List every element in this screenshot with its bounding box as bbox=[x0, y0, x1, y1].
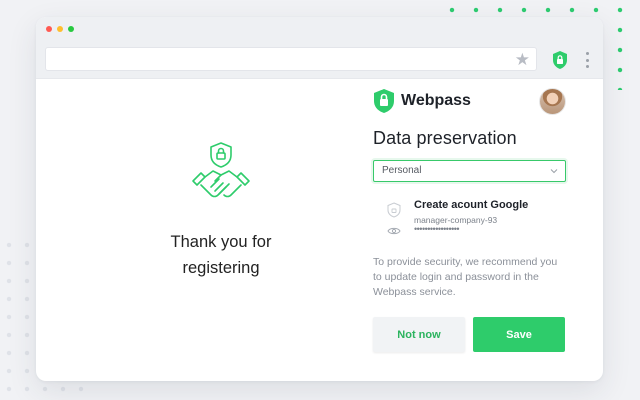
vault-select[interactable]: Personal bbox=[373, 160, 566, 182]
brand: Webpass bbox=[373, 88, 471, 114]
browser-titlebar bbox=[36, 17, 603, 41]
brand-name: Webpass bbox=[401, 92, 471, 109]
popup-heading: Data preservation bbox=[373, 128, 517, 148]
chevron-down-icon bbox=[550, 169, 558, 174]
webpass-popup: Webpass Data preservation Personal Creat… bbox=[373, 79, 567, 381]
eye-icon[interactable] bbox=[387, 226, 401, 236]
page-content: Thank you for registering Webpass Data p… bbox=[36, 79, 603, 381]
security-notice: To provide security, we recommend you to… bbox=[373, 256, 558, 298]
thank-you-line-1: Thank you for bbox=[170, 233, 272, 251]
star-icon[interactable]: ★ bbox=[515, 50, 530, 70]
registration-confirmation: Thank you for registering bbox=[36, 79, 356, 381]
kebab-menu-icon[interactable] bbox=[585, 52, 589, 68]
browser-toolbar: ★ bbox=[36, 41, 603, 79]
shield-lock-icon[interactable] bbox=[552, 50, 568, 70]
handshake-shield-icon bbox=[192, 142, 250, 198]
address-bar[interactable]: ★ bbox=[45, 47, 537, 71]
not-now-button[interactable]: Not now bbox=[373, 317, 465, 352]
browser-window: ★ Thank you for registering Webpass Data… bbox=[36, 17, 603, 381]
thank-you-line-2: registering bbox=[182, 259, 260, 277]
save-button[interactable]: Save bbox=[473, 317, 565, 352]
minimize-window-button[interactable] bbox=[57, 26, 63, 32]
vault-select-value: Personal bbox=[382, 165, 422, 176]
shield-icon bbox=[387, 202, 401, 218]
entry-title: Create acount Google bbox=[414, 199, 529, 211]
avatar[interactable] bbox=[539, 88, 566, 115]
entry-password: ••••••••••••••••• bbox=[414, 224, 460, 234]
webpass-logo-icon bbox=[374, 89, 394, 113]
maximize-window-button[interactable] bbox=[68, 26, 74, 32]
close-window-button[interactable] bbox=[46, 26, 52, 32]
thank-you-message: Thank you for registering bbox=[136, 229, 306, 281]
